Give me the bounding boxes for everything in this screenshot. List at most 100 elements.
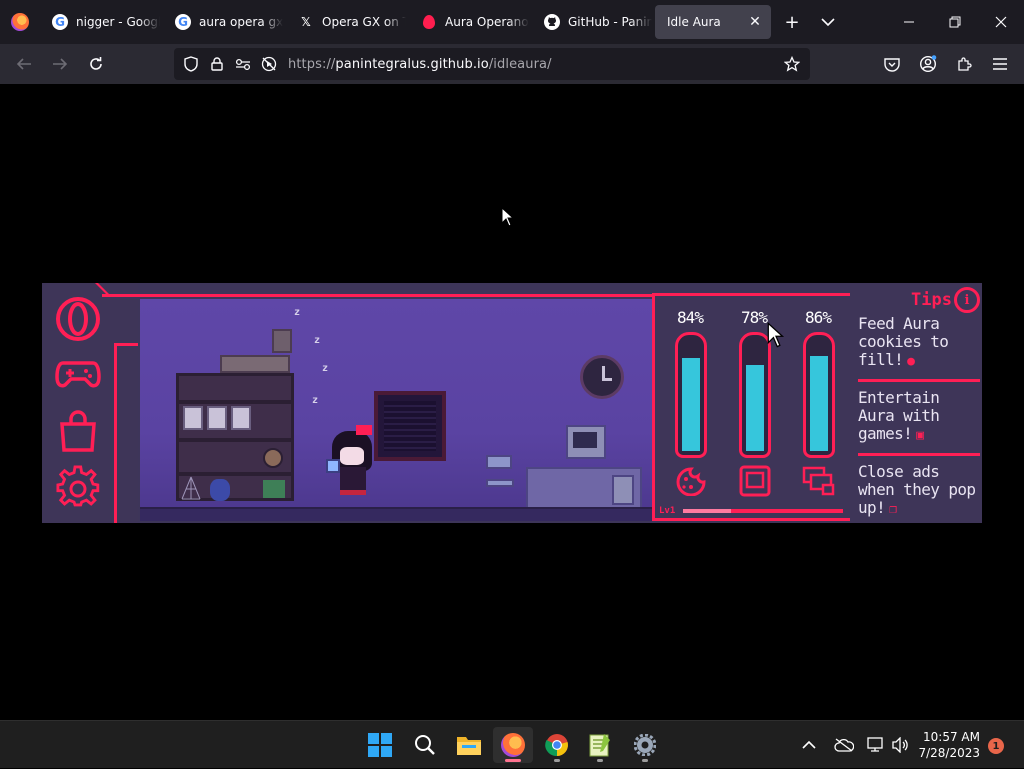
plush-toy	[210, 479, 230, 501]
windows-logo-icon	[368, 733, 392, 757]
tip-divider	[858, 379, 980, 382]
extensions-button[interactable]	[946, 48, 982, 80]
start-button[interactable]	[360, 727, 400, 763]
food-meter: 84%	[669, 296, 711, 496]
tab-google-search[interactable]: G nigger - Google Search	[40, 5, 160, 39]
minimize-button[interactable]	[886, 0, 932, 44]
tab-title: Opera GX on Twitter	[322, 15, 406, 29]
tab-idle-aura[interactable]: Idle Aura ✕	[655, 5, 771, 39]
permissions-icon[interactable]	[230, 48, 256, 80]
food-tube	[675, 332, 707, 458]
settings-taskbar-button[interactable]	[625, 727, 665, 763]
tab-bar: G nigger - Google Search G aura opera gx…	[0, 0, 1024, 44]
room-top-frame	[102, 283, 654, 297]
url-scheme: https://	[288, 56, 336, 72]
address-bar[interactable]: https://panintegralus.github.io/idleaura…	[174, 48, 810, 80]
list-all-tabs-button[interactable]	[810, 4, 846, 40]
opera-logo-button[interactable]	[54, 295, 102, 343]
arcade-icon[interactable]	[737, 464, 773, 498]
show-hidden-icons-button[interactable]	[802, 721, 816, 769]
windows-taskbar: 10:57 AM 7/28/2023 1	[0, 720, 1024, 768]
close-icon	[995, 16, 1007, 28]
account-icon	[919, 55, 937, 73]
aura-room-scene[interactable]: z z z z C 000	[140, 299, 652, 521]
firefox-view-button[interactable]	[0, 0, 40, 44]
pocket-icon	[884, 57, 900, 72]
close-window-button[interactable]	[978, 0, 1024, 44]
office-chair	[486, 455, 514, 501]
lock-icon[interactable]	[204, 48, 230, 80]
chevron-up-icon	[802, 740, 816, 749]
google-icon: G	[175, 14, 191, 30]
firefox-taskbar-button[interactable]	[493, 727, 533, 763]
game-sidebar	[42, 283, 138, 523]
ad-windows-icon[interactable]	[801, 464, 837, 498]
boxes-on-shelf	[220, 355, 290, 373]
reload-icon	[90, 57, 102, 70]
onedrive-offline-icon[interactable]	[834, 721, 854, 769]
tip-entertain: Entertain Aura with games! ▣	[858, 389, 980, 445]
tip-text: Close ads when they pop up!	[858, 462, 976, 517]
shop-button[interactable]	[54, 407, 102, 455]
restore-button[interactable]	[932, 0, 978, 44]
cookie-icon[interactable]	[673, 464, 709, 498]
shopping-bag-icon	[60, 410, 96, 452]
tips-title: Tips	[911, 290, 952, 310]
forward-button[interactable]	[42, 48, 78, 80]
url-text[interactable]: https://panintegralus.github.io/idleaura…	[288, 57, 552, 72]
notification-badge[interactable]: 1	[988, 738, 1004, 754]
chevron-down-icon	[821, 18, 835, 27]
tab-title: aura opera gx - Google	[199, 15, 283, 29]
gamepad-icon	[55, 361, 101, 388]
gear-icon	[634, 734, 656, 756]
ads-tube	[803, 332, 835, 458]
ad-windows-icon: ❐	[889, 502, 897, 517]
app-menu-button[interactable]	[982, 48, 1018, 80]
tips-header: Tips i	[911, 287, 980, 313]
shield-icon[interactable]	[178, 48, 204, 80]
sleep-z: z	[314, 335, 321, 346]
hamburger-menu-icon	[993, 58, 1007, 70]
back-button[interactable]	[6, 48, 42, 80]
volume-icon[interactable]	[891, 721, 909, 769]
mouse-cursor-icon	[501, 207, 515, 227]
fishbowl	[263, 448, 283, 468]
close-tab-icon[interactable]: ✕	[747, 14, 763, 30]
tip-divider	[858, 453, 980, 456]
games-button[interactable]	[54, 351, 102, 399]
network-icon[interactable]	[866, 721, 884, 769]
tab-github[interactable]: GitHub - Panintegralus	[532, 5, 652, 39]
account-button[interactable]	[910, 48, 946, 80]
pocket-button[interactable]	[874, 48, 910, 80]
tip-close-ads: Close ads when they pop up! ❐	[858, 463, 980, 519]
firefox-icon	[11, 13, 29, 31]
books	[263, 480, 285, 498]
file-explorer-button[interactable]	[449, 727, 489, 763]
reload-button[interactable]	[78, 48, 114, 80]
search-button[interactable]	[405, 727, 445, 763]
notepad-plus-taskbar-button[interactable]	[580, 727, 620, 763]
bookmark-star-icon[interactable]	[778, 48, 806, 80]
puzzle-icon	[958, 57, 972, 71]
aura-character[interactable]	[326, 425, 382, 507]
tip-feed: Feed Aura cookies to fill! ●	[858, 315, 980, 371]
level-progress-bar	[683, 509, 843, 513]
tab-aura-search[interactable]: G aura opera gx - Google	[163, 5, 283, 39]
sleep-z: z	[294, 307, 301, 318]
chrome-taskbar-button[interactable]	[537, 727, 577, 763]
level-label: Lv1	[659, 506, 676, 516]
sidebar-frame	[114, 343, 138, 523]
info-icon[interactable]: i	[954, 287, 980, 313]
github-icon	[544, 14, 560, 30]
tip-text: Feed Aura cookies to fill!	[858, 314, 949, 369]
new-tab-button[interactable]: +	[774, 4, 810, 40]
settings-button[interactable]	[54, 463, 102, 511]
tips-panel: Tips i Feed Aura cookies to fill! ● Enter…	[850, 283, 982, 523]
tab-opera-twitter[interactable]: 𝕏 Opera GX on Twitter	[286, 5, 406, 39]
navigation-toolbar: https://panintegralus.github.io/idleaura…	[0, 44, 1024, 84]
window-blinds	[374, 391, 446, 461]
autoplay-blocked-icon[interactable]	[256, 48, 282, 80]
system-clock[interactable]: 10:57 AM 7/28/2023	[916, 729, 980, 761]
tab-aura-operanon[interactable]: Aura Operanon	[409, 5, 529, 39]
sleep-z: z	[312, 395, 319, 406]
